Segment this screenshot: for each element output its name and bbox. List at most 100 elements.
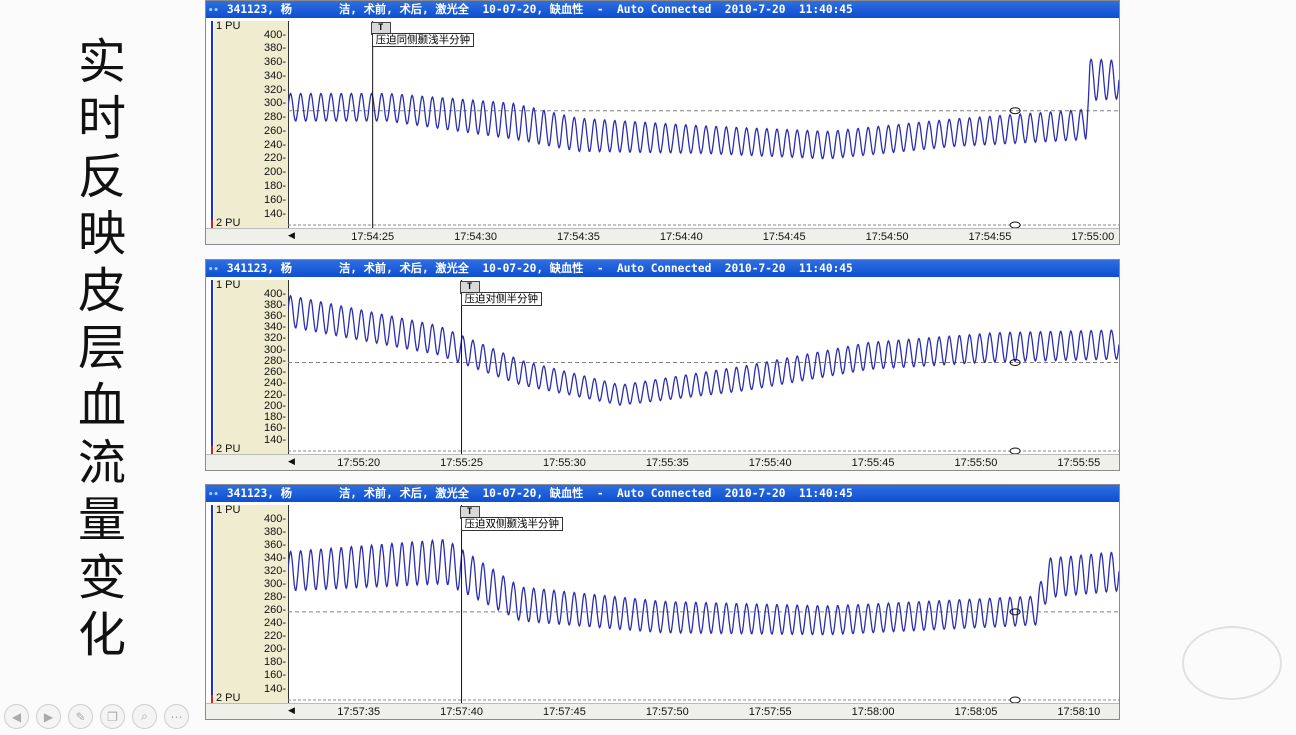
slide-title-char: 反 bbox=[77, 148, 126, 205]
x-tick-label: 17:54:35 bbox=[556, 231, 600, 243]
channel-1-rule bbox=[211, 280, 213, 446]
channel-2-rule bbox=[211, 446, 213, 454]
channel-1-rule bbox=[211, 505, 213, 695]
y-tick-label: 320- bbox=[263, 564, 286, 577]
y-tick-label: 160- bbox=[263, 193, 286, 206]
y-tick-label: 380- bbox=[263, 42, 286, 55]
blood-flow-trace bbox=[288, 58, 1119, 160]
event-annotation: 压迫对侧半分钟 bbox=[460, 292, 543, 306]
trace-plot[interactable] bbox=[288, 505, 1119, 703]
event-annotation: 压迫同侧颞浅半分钟 bbox=[371, 33, 475, 47]
y-tick-label: 200- bbox=[263, 643, 286, 656]
y-tick-label: 240- bbox=[263, 138, 286, 151]
channel-2-rule bbox=[211, 220, 213, 228]
x-tick-label: 17:54:55 bbox=[968, 231, 1012, 243]
slide-title-char: 化 bbox=[77, 606, 126, 663]
event-annotation: 压迫双侧颞浅半分钟 bbox=[460, 517, 564, 531]
x-tick-label: 17:57:45 bbox=[542, 706, 586, 718]
x-tick-label: 17:55:50 bbox=[954, 457, 998, 469]
trace-plot[interactable] bbox=[288, 280, 1119, 454]
y-tick-label: 260- bbox=[263, 604, 286, 617]
monitor-panel: •• 341123, 杨 洁, 术前, 术后, 激光全 10-07-20, 缺血性… bbox=[205, 484, 1120, 720]
slide-title-char: 映 bbox=[77, 205, 126, 262]
y-tick-label: 140- bbox=[263, 207, 286, 220]
y-tick-label: 300- bbox=[263, 343, 286, 356]
watermark-logo bbox=[1182, 626, 1282, 700]
panel-title: 341123, 杨 洁, 术前, 术后, 激光全 10-07-20, 缺血性 -… bbox=[226, 487, 853, 500]
monitor-panel: •• 341123, 杨 洁, 术前, 术后, 激光全 10-07-20, 缺血性… bbox=[205, 0, 1120, 245]
x-tick-label: 17:54:40 bbox=[659, 231, 703, 243]
trace-plot[interactable] bbox=[288, 21, 1119, 228]
more-icon[interactable]: ⋯ bbox=[164, 704, 189, 729]
y-tick-label: 240- bbox=[263, 617, 286, 630]
x-tick-label: 17:57:40 bbox=[440, 706, 483, 718]
x-tick-label: 17:58:05 bbox=[954, 706, 998, 718]
titlebar-dots-icon: •• bbox=[208, 490, 219, 500]
panel-titlebar[interactable]: •• 341123, 杨 洁, 术前, 术后, 激光全 10-07-20, 缺血性… bbox=[206, 1, 1119, 18]
slide-title-char: 流 bbox=[77, 435, 126, 492]
y-tick-label: 400- bbox=[263, 28, 286, 41]
x-tick-label: 17:57:35 bbox=[337, 706, 381, 718]
x-tick-label: 17:58:10 bbox=[1057, 706, 1101, 718]
slide-title-char: 层 bbox=[77, 320, 126, 377]
x-axis[interactable]: ◀ 17:57:35 17:57:40 17:57:45 17:57:50 17:57:5… bbox=[206, 703, 1119, 719]
channel-2-rule bbox=[211, 695, 213, 703]
slide-title: 实时反映皮层血流量变化 bbox=[62, 34, 142, 664]
y-tick-label: 340- bbox=[263, 69, 286, 82]
scroll-left-icon[interactable]: ◀ bbox=[288, 231, 295, 241]
slide-title-char: 时 bbox=[77, 91, 126, 148]
x-tick-label: 17:57:55 bbox=[748, 706, 792, 718]
y-tick-label: 220- bbox=[263, 152, 286, 165]
y-tick-label: 280- bbox=[263, 590, 286, 603]
panel-title: 341123, 杨 洁, 术前, 术后, 激光全 10-07-20, 缺血性 -… bbox=[226, 262, 853, 275]
x-tick-label: 17:55:25 bbox=[440, 457, 483, 469]
x-tick-label: 17:54:50 bbox=[865, 231, 909, 243]
scroll-left-icon[interactable]: ◀ bbox=[288, 706, 295, 716]
monitor-panel: •• 341123, 杨 洁, 术前, 术后, 激光全 10-07-20, 缺血性… bbox=[205, 259, 1120, 471]
y-tick-label: 280- bbox=[263, 111, 286, 124]
y-tick-label: 220- bbox=[263, 388, 286, 401]
y-tick-label: 320- bbox=[263, 83, 286, 96]
prev-icon[interactable]: ◀ bbox=[4, 704, 29, 729]
scroll-left-icon[interactable]: ◀ bbox=[288, 457, 295, 467]
x-tick-label: 17:54:45 bbox=[762, 231, 806, 243]
copy-icon[interactable]: ❐ bbox=[100, 704, 125, 729]
x-tick-label: 17:55:55 bbox=[1057, 457, 1101, 469]
y-tick-label: 180- bbox=[263, 656, 286, 669]
x-axis[interactable]: ◀ 17:54:25 17:54:30 17:54:35 17:54:40 17:54:4… bbox=[206, 228, 1119, 244]
y-tick-label: 260- bbox=[263, 124, 286, 137]
x-axis[interactable]: ◀ 17:55:20 17:55:25 17:55:30 17:55:35 17:55:4… bbox=[206, 454, 1119, 470]
y-tick-label: 340- bbox=[263, 551, 286, 564]
x-tick-label: 17:55:45 bbox=[851, 457, 895, 469]
y-tick-label: 180- bbox=[263, 179, 286, 192]
y-tick-label: 300- bbox=[263, 97, 286, 110]
channel-1-rule bbox=[211, 21, 213, 220]
slideshow-controls: ◀ ▶ ✎ ❐ ⌕ ⋯ bbox=[4, 704, 189, 729]
y-tick-label: 200- bbox=[263, 166, 286, 179]
y-tick-label: 360- bbox=[263, 56, 286, 69]
titlebar-dots-icon: •• bbox=[208, 6, 219, 16]
y-tick-label: 220- bbox=[263, 630, 286, 643]
slide-title-char: 量 bbox=[77, 492, 126, 549]
x-tick-label: 17:54:30 bbox=[454, 231, 497, 243]
slide-title-char: 血 bbox=[77, 377, 126, 434]
x-tick-label: 17:55:40 bbox=[748, 457, 792, 469]
x-tick-label: 17:54:25 bbox=[351, 231, 395, 243]
pen-icon[interactable]: ✎ bbox=[68, 704, 93, 729]
y-tick-label: 380- bbox=[263, 525, 286, 538]
x-tick-label: 17:55:35 bbox=[645, 457, 689, 469]
x-tick-label: 17:55:20 bbox=[337, 457, 381, 469]
next-icon[interactable]: ▶ bbox=[36, 704, 61, 729]
y-tick-label: 320- bbox=[263, 332, 286, 345]
blood-flow-trace bbox=[288, 294, 1119, 407]
panel-titlebar[interactable]: •• 341123, 杨 洁, 术前, 术后, 激光全 10-07-20, 缺血性… bbox=[206, 485, 1119, 502]
zoom-icon[interactable]: ⌕ bbox=[132, 704, 157, 729]
x-tick-label: 17:57:50 bbox=[645, 706, 689, 718]
blood-flow-trace bbox=[288, 538, 1119, 636]
titlebar-dots-icon: •• bbox=[208, 265, 219, 275]
slide-title-char: 实 bbox=[77, 34, 126, 90]
panel-titlebar[interactable]: •• 341123, 杨 洁, 术前, 术后, 激光全 10-07-20, 缺血性… bbox=[206, 260, 1119, 277]
y-tick-label: 160- bbox=[263, 422, 286, 435]
panel-title: 341123, 杨 洁, 术前, 术后, 激光全 10-07-20, 缺血性 -… bbox=[226, 3, 853, 16]
x-tick-label: 17:58:00 bbox=[851, 706, 895, 718]
